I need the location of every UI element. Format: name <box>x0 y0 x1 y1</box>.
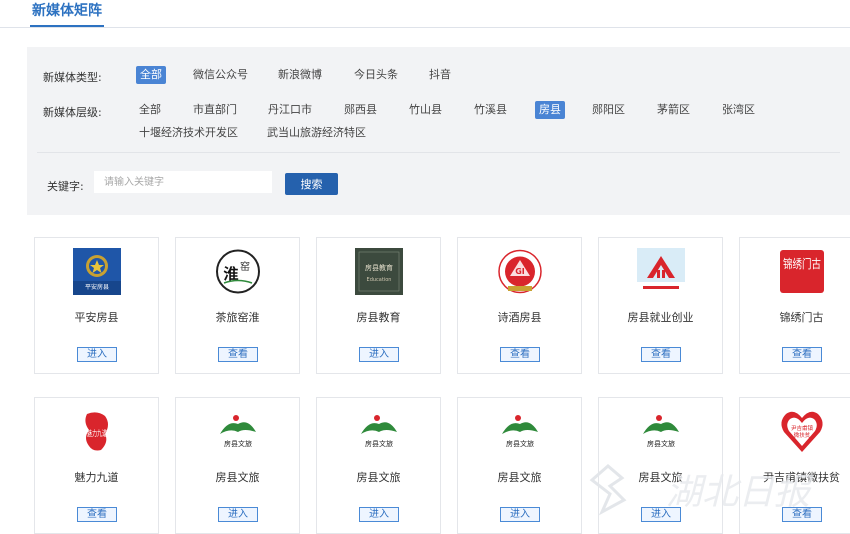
card-name: 尹吉甫镇微扶贫 <box>763 471 840 484</box>
card-name: 房县文旅 <box>215 471 260 484</box>
filter-divider <box>37 152 840 153</box>
media-card[interactable]: 平安房县 平安房县 进入 <box>34 237 159 374</box>
logo-text-wenlv: 房县文旅 <box>224 439 252 448</box>
logo-text-education-cn: 房县教育 <box>365 263 393 272</box>
logo-text-tea: 窑 <box>240 260 250 273</box>
level-option-zhuxi[interactable]: 竹溪县 <box>470 101 511 119</box>
education-logo-icon: 房县教育 Education <box>355 248 403 295</box>
card-name: 魅力九道 <box>74 471 119 484</box>
card-name: 房县教育 <box>356 311 401 324</box>
logo-text-pingan: 平安房县 <box>85 283 109 291</box>
keyword-input[interactable] <box>94 171 272 193</box>
culture-tourism-logo-icon: 房县文旅 <box>637 408 685 455</box>
red-heart-logo-icon: 尹吉甫镇 微扶贫 <box>778 408 826 455</box>
card-action-button[interactable]: 查看 <box>77 507 117 522</box>
card-action-button[interactable]: 进入 <box>500 507 540 522</box>
type-option-toutiao[interactable]: 今日头条 <box>350 66 402 84</box>
card-name: 平安房县 <box>74 311 119 324</box>
type-option-wechat[interactable]: 微信公众号 <box>189 66 252 84</box>
logo-text-wenlv: 房县文旅 <box>365 439 393 448</box>
level-option-all[interactable]: 全部 <box>135 101 165 119</box>
level-option-zhushan[interactable]: 竹山县 <box>405 101 446 119</box>
media-card[interactable]: 尹吉甫镇 微扶贫 尹吉甫镇微扶贫 查看 <box>739 397 850 534</box>
card-action-button[interactable]: 进入 <box>359 347 399 362</box>
type-option-weibo[interactable]: 新浪微博 <box>274 66 326 84</box>
culture-tourism-logo-icon: 房县文旅 <box>355 408 403 455</box>
card-action-button[interactable]: 查看 <box>641 347 681 362</box>
media-card[interactable]: 房县文旅 房县文旅 进入 <box>175 397 300 534</box>
media-card[interactable]: 魅力九道 魅力九道 查看 <box>34 397 159 534</box>
media-card[interactable]: 房县文旅 房县文旅 进入 <box>316 397 441 534</box>
culture-tourism-logo-icon: 房县文旅 <box>496 408 544 455</box>
level-option-yunxi[interactable]: 郧西县 <box>340 101 381 119</box>
red-calligraphy-logo-icon: 魅力九道 <box>73 408 121 455</box>
card-name: 茶旅窑淮 <box>215 311 260 324</box>
card-action-button[interactable]: 查看 <box>782 347 822 362</box>
level-option-yunyang[interactable]: 郧阳区 <box>588 101 629 119</box>
card-action-button[interactable]: 查看 <box>218 347 258 362</box>
page-header: 新媒体矩阵 <box>0 0 850 28</box>
card-name: 房县就业创业 <box>627 311 694 324</box>
level-option-wudangshan[interactable]: 武当山旅游经济特区 <box>263 124 370 142</box>
media-card[interactable]: 房县就业创业 查看 <box>598 237 723 374</box>
level-option-maojian[interactable]: 茅箭区 <box>653 101 694 119</box>
employment-logo-icon <box>637 248 685 295</box>
logo-text-jinxiu: 锦绣门古 <box>783 256 821 271</box>
wine-seal-logo-icon: GI <box>496 248 544 295</box>
media-card[interactable]: 房县文旅 房县文旅 进入 <box>457 397 582 534</box>
keyword-label: 关键字: <box>47 180 84 193</box>
media-card[interactable]: 房县教育 Education 房县教育 进入 <box>316 237 441 374</box>
media-level-label: 新媒体层级: <box>43 106 102 119</box>
level-option-fangxian[interactable]: 房县 <box>535 101 565 119</box>
logo-text-education-en: Education <box>367 277 392 283</box>
media-card[interactable]: 淮 窑 茶旅窑淮 查看 <box>175 237 300 374</box>
logo-text-yinjifu-bottom: 微扶贫 <box>794 431 811 439</box>
level-option-zhangwan[interactable]: 张湾区 <box>718 101 759 119</box>
logo-text-meili: 魅力九道 <box>87 428 107 438</box>
media-card[interactable]: 房县文旅 房县文旅 进入 <box>598 397 723 534</box>
card-action-button[interactable]: 进入 <box>218 507 258 522</box>
red-calligraphy-logo-icon: 锦绣门古 <box>778 248 826 295</box>
card-name: 锦绣门古 <box>779 311 824 324</box>
logo-text-wenlv: 房县文旅 <box>647 439 675 448</box>
culture-tourism-logo-icon: 房县文旅 <box>214 408 262 455</box>
card-name: 诗酒房县 <box>497 311 542 324</box>
card-name: 房县文旅 <box>638 471 683 484</box>
search-button[interactable]: 搜索 <box>285 173 338 195</box>
media-card[interactable]: GI 诗酒房县 查看 <box>457 237 582 374</box>
media-type-label: 新媒体类型: <box>43 71 102 84</box>
page-title: 新媒体矩阵 <box>30 2 104 27</box>
logo-text-wenlv: 房县文旅 <box>506 439 534 448</box>
level-option-danjiangkou[interactable]: 丹江口市 <box>264 101 316 119</box>
media-card[interactable]: 锦绣门古 锦绣门古 查看 <box>739 237 850 374</box>
level-option-city-dept[interactable]: 市直部门 <box>189 101 241 119</box>
card-name: 房县文旅 <box>497 471 542 484</box>
card-name: 房县文旅 <box>356 471 401 484</box>
type-option-all[interactable]: 全部 <box>136 66 166 84</box>
filter-panel: 新媒体类型: 全部 微信公众号 新浪微博 今日头条 抖音 新媒体层级: 全部 市… <box>27 47 850 215</box>
card-action-button[interactable]: 查看 <box>500 347 540 362</box>
card-action-button[interactable]: 进入 <box>77 347 117 362</box>
card-action-button[interactable]: 进入 <box>641 507 681 522</box>
card-action-button[interactable]: 进入 <box>359 507 399 522</box>
type-option-douyin[interactable]: 抖音 <box>425 66 455 84</box>
police-badge-icon: 平安房县 <box>73 248 121 295</box>
svg-text:GI: GI <box>515 267 525 276</box>
level-option-econ-dev-zone[interactable]: 十堰经济技术开发区 <box>135 124 242 142</box>
card-action-button[interactable]: 查看 <box>782 507 822 522</box>
tea-circle-logo-icon: 淮 窑 <box>214 248 262 295</box>
logo-text-yinjifu-top: 尹吉甫镇 <box>791 424 814 432</box>
